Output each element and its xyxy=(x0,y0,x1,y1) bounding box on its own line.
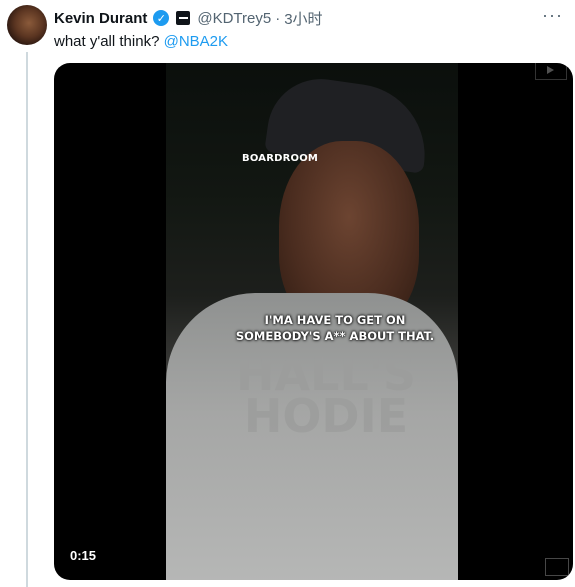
thread-line xyxy=(26,52,28,587)
tweet-text: what y'all think? @NBA2K xyxy=(54,33,228,50)
author-name[interactable]: Kevin Durant xyxy=(54,10,147,27)
verified-badge-icon[interactable]: ✓ xyxy=(153,10,170,26)
caption-line2: SOMEBODY'S A** ABOUT THAT. xyxy=(235,329,435,343)
affiliate-badge-icon[interactable] xyxy=(176,11,191,25)
tweet-header: Kevin Durant ✓ @KDTrey5 · 3小时 xyxy=(54,7,323,29)
hoodie-print: HALL'S HODIE xyxy=(226,351,426,443)
timestamp[interactable]: 3小时 xyxy=(284,8,322,29)
video-brand-overlay: BOARDROOM xyxy=(242,153,319,164)
video-player[interactable]: HALL'S HODIE BOARDROOM I'MA HAVE TO GET … xyxy=(54,63,573,580)
tweet-body: what y'all think? xyxy=(54,33,160,50)
mention-link[interactable]: @NBA2K xyxy=(164,33,228,50)
avatar[interactable] xyxy=(7,5,47,45)
separator-dot: · xyxy=(275,9,281,27)
video-duration: 0:15 xyxy=(70,548,97,563)
caption-line1: I'MA HAVE TO GET ON xyxy=(264,313,406,327)
watermark-icon xyxy=(545,558,569,576)
more-options-icon[interactable]: ··· xyxy=(542,5,563,26)
hoodie-print-line2: HODIE xyxy=(243,389,409,443)
video-caption: I'MA HAVE TO GET ON SOMEBODY'S A** ABOUT… xyxy=(220,312,450,344)
video-corner-icon[interactable] xyxy=(535,63,567,80)
author-handle[interactable]: @KDTrey5 xyxy=(197,10,271,27)
